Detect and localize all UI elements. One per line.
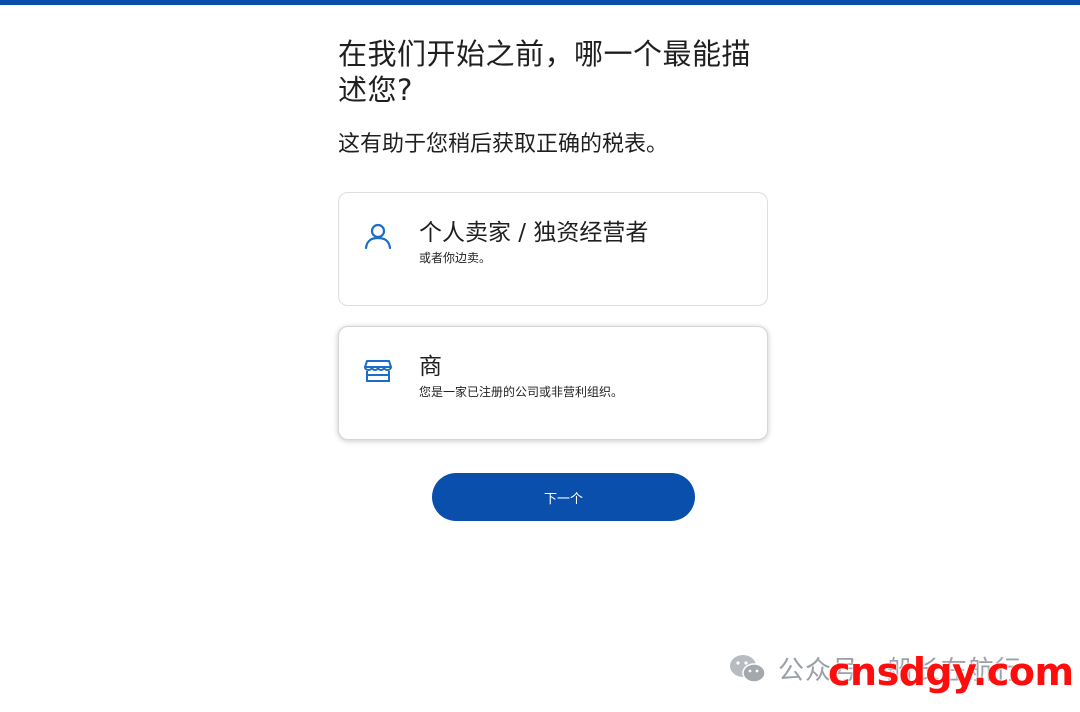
option-description: 或者你边卖。	[419, 251, 492, 265]
page-subtitle: 这有助于您稍后获取正确的税表。	[338, 132, 669, 157]
watermark-brand: cnsdgy.com	[828, 650, 1074, 694]
option-title: 商	[419, 354, 442, 380]
option-description: 您是一家已注册的公司或非营利组织。	[419, 385, 624, 399]
question-header: 在我们开始之前，哪一个最能描述您?	[338, 36, 778, 108]
option-individual-seller[interactable]: 个人卖家 / 独资经营者 或者你边卖。	[338, 192, 768, 306]
next-button[interactable]: 下一个	[432, 473, 695, 521]
person-icon	[363, 221, 393, 251]
option-business[interactable]: 商 您是一家已注册的公司或非营利组织。	[338, 326, 768, 440]
storefront-icon	[363, 355, 393, 385]
top-accent-bar	[0, 0, 1080, 5]
page-title: 在我们开始之前，哪一个最能描述您?	[338, 37, 752, 107]
option-title: 个人卖家 / 独资经营者	[419, 220, 649, 246]
wechat-icon	[728, 652, 768, 686]
